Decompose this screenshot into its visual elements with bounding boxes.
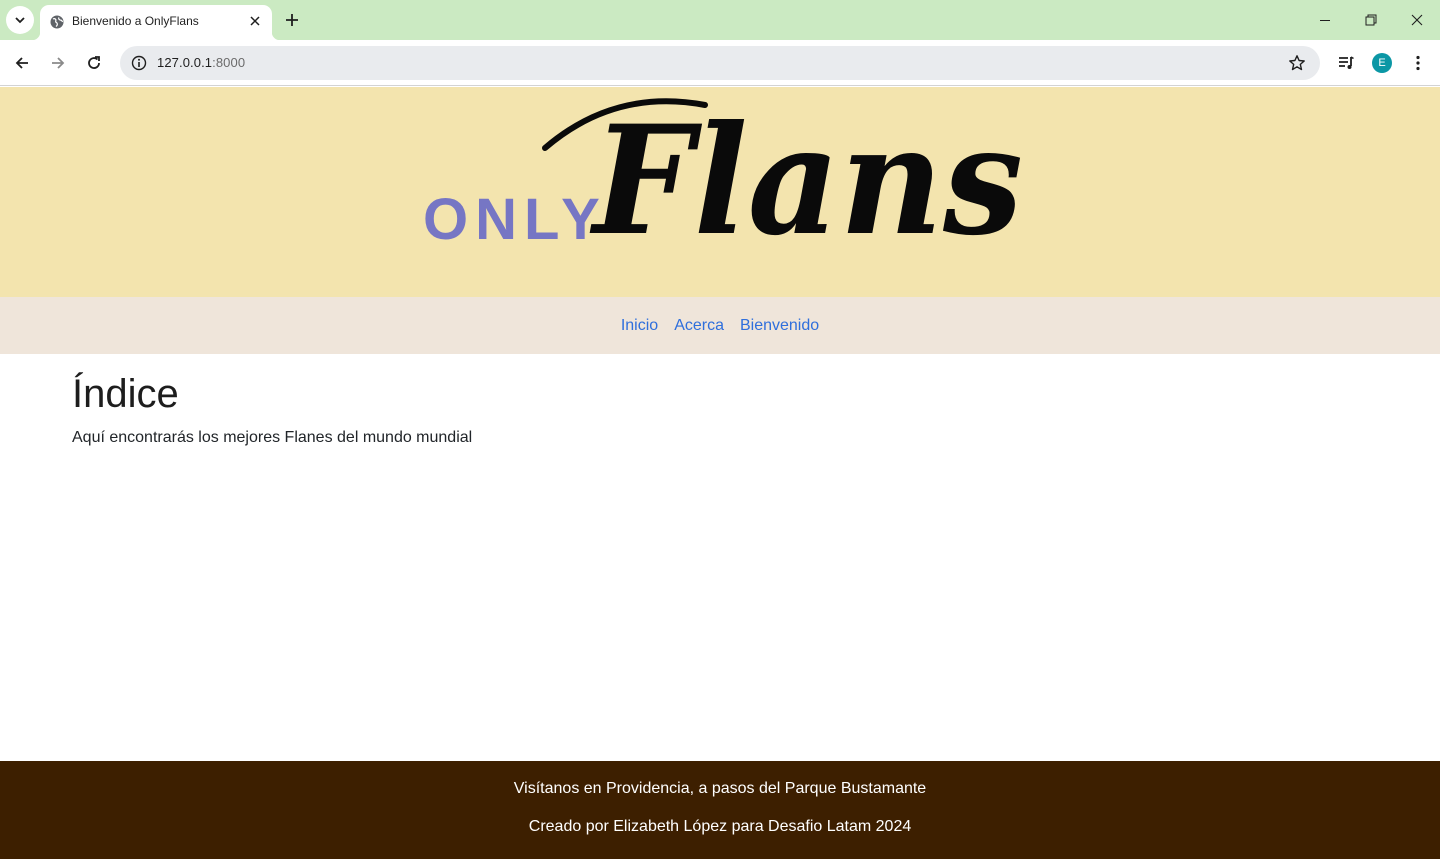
url-text[interactable]: 127.0.0.1:8000: [157, 55, 245, 70]
page-title: Índice: [72, 372, 179, 416]
forward-icon: [52, 57, 65, 69]
tab-title: Bienvenido a OnlyFlans: [72, 14, 199, 28]
main-section: Índice Aquí encontrarás los mejores Flan…: [72, 370, 472, 447]
back-icon: [15, 57, 28, 69]
main-nav: Inicio Acerca Bienvenido: [0, 297, 1440, 354]
minimize-icon: [1320, 20, 1330, 21]
minimize-button[interactable]: [1302, 0, 1348, 40]
window-close-icon: [1411, 14, 1423, 26]
media-icon: [1339, 56, 1354, 69]
site-info-button[interactable]: [126, 50, 152, 76]
new-tab-button[interactable]: [280, 8, 304, 32]
restore-icon: [1365, 14, 1377, 26]
star-icon: [1289, 55, 1305, 71]
globe-icon: [50, 15, 64, 29]
restore-button[interactable]: [1348, 0, 1394, 40]
tab-search-icon: [15, 17, 25, 24]
forward-button[interactable]: [44, 49, 72, 77]
info-icon: [131, 55, 147, 71]
url-host: 127.0.0.1: [157, 55, 213, 70]
active-tab[interactable]: Bienvenido a OnlyFlans: [32, 5, 280, 40]
url-port: :8000: [212, 55, 246, 70]
tab-close-button[interactable]: [246, 12, 264, 30]
onlyflans-logo: ONLY Flans: [423, 93, 1023, 263]
menu-icon: [1416, 55, 1420, 71]
footer-address: Visítanos en Providencia, a pasos del Pa…: [513, 780, 927, 797]
address-bar[interactable]: 127.0.0.1:8000: [120, 46, 1320, 80]
browser-menu-button[interactable]: [1404, 49, 1432, 77]
tab-strip: Bienvenido a OnlyFlans: [0, 0, 1440, 40]
close-icon: [250, 16, 260, 26]
bookmark-button[interactable]: [1286, 52, 1308, 74]
page-content: ONLY Flans Inicio Acerca Bienvenido Índi…: [0, 87, 1440, 859]
site-footer: Visítanos en Providencia, a pasos del Pa…: [0, 761, 1440, 859]
nav-link-acerca[interactable]: Acerca: [674, 317, 724, 335]
page-subtitle: Aquí encontrarás los mejores Flanes del …: [72, 429, 473, 446]
nav-link-inicio[interactable]: Inicio: [621, 317, 658, 335]
profile-avatar[interactable]: E: [1372, 53, 1392, 73]
window-close-button[interactable]: [1394, 0, 1440, 40]
back-button[interactable]: [8, 49, 36, 77]
hero-banner: ONLY Flans: [0, 87, 1440, 297]
media-controls-button[interactable]: [1332, 49, 1360, 77]
tab-search-button[interactable]: [6, 6, 34, 34]
logo-small-text: ONLY: [423, 187, 607, 252]
logo-script-text: Flans: [589, 93, 1023, 263]
reload-button[interactable]: [80, 49, 108, 77]
browser-toolbar: 127.0.0.1:8000 E: [0, 40, 1440, 86]
footer-credits: Creado por Elizabeth López para Desafio …: [528, 818, 912, 835]
reload-icon: [88, 56, 100, 69]
plus-icon: [286, 14, 298, 26]
nav-link-bienvenido[interactable]: Bienvenido: [740, 317, 819, 335]
